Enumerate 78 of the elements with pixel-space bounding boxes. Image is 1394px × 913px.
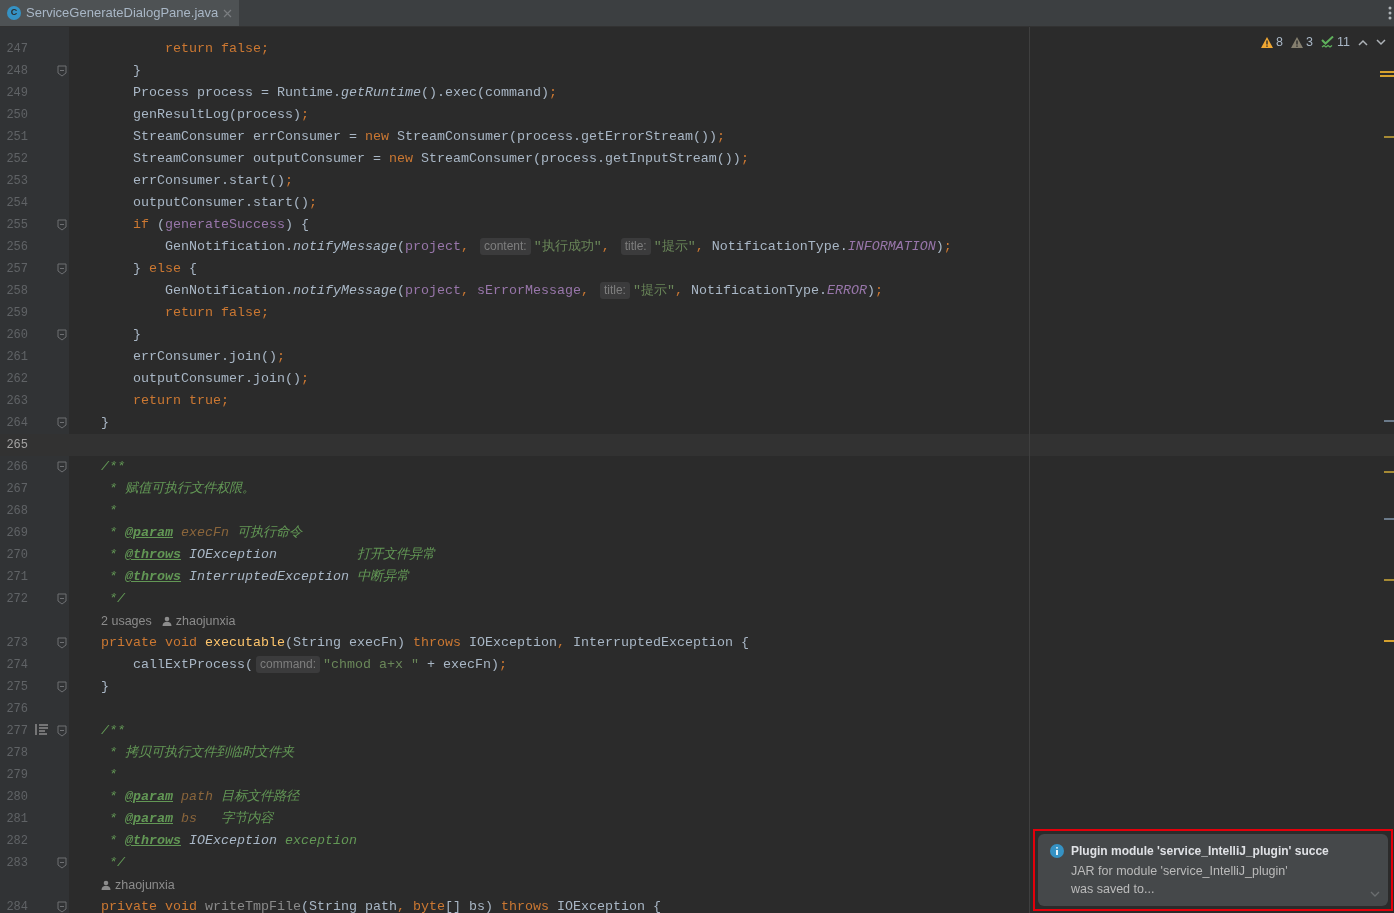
code-text: errConsumer.start(); [132, 172, 293, 190]
code-text: * @throws InterruptedException 中断异常 [108, 568, 409, 586]
info-icon [1050, 844, 1064, 858]
person-icon [161, 616, 172, 626]
code-text: StreamConsumer outputConsumer = new StreamConsumer(process.getInputStream()); [132, 150, 749, 168]
parameter-hint: command: [255, 656, 320, 674]
notification-body: JAR for module 'service_IntelliJ_plugin' was saved to... [1070, 863, 1289, 898]
warning-icon [1261, 36, 1274, 48]
fold-icon[interactable] [57, 681, 67, 693]
fold-icon[interactable] [57, 219, 67, 231]
author-hint[interactable]: zhaojunxia [115, 875, 175, 895]
fold-icon[interactable] [57, 725, 67, 737]
code-text: * 赋值可执行文件权限。 [108, 480, 255, 498]
inspection-count[interactable]: 11 [1337, 33, 1350, 52]
parameter-hint: content: [479, 238, 531, 256]
code-text: "提示", NotificationType.ERROR); [632, 282, 883, 300]
fold-icon[interactable] [57, 417, 67, 429]
code-text: private void writeTmpFile(String path, byte[] bs) throws IOException { [101, 898, 661, 913]
code-text: * @throws IOException 打开文件异常 [108, 546, 435, 564]
code-text: /** [101, 458, 125, 476]
code-text: outputConsumer.start(); [132, 194, 317, 212]
author-hint[interactable]: zhaojunxia [175, 611, 236, 631]
usages-link[interactable]: 2 usages [101, 611, 152, 631]
code-text: * 拷贝可执行文件到临时文件夹 [108, 744, 294, 762]
inspection-count[interactable]: 3 [1306, 33, 1313, 52]
close-icon[interactable] [223, 8, 233, 18]
code-text: } else { [132, 260, 197, 278]
fold-icon[interactable] [57, 65, 67, 77]
code-text: return false; [164, 40, 269, 58]
fold-icon[interactable] [57, 857, 67, 869]
code-text: * @param bs 字节内容 [108, 810, 273, 828]
parameter-hint: title: [599, 282, 630, 300]
class-icon: C [7, 6, 21, 20]
code-text: GenNotification.notifyMessage(project, sErrorMessage, [164, 282, 590, 300]
code-text: } [101, 414, 109, 432]
code-text: */ [108, 590, 125, 608]
inspection-count[interactable]: 8 [1276, 33, 1284, 52]
code-text: */ [108, 854, 125, 872]
fold-icon[interactable] [57, 329, 67, 341]
code-text: } [101, 678, 109, 696]
code-text: "chmod a+x " + execFn); [323, 656, 507, 674]
code-text: return true; [132, 392, 229, 410]
code-text: "执行成功", [533, 238, 611, 256]
code-text: errConsumer.join(); [132, 348, 285, 366]
code-text: if (generateSuccess) { [132, 216, 309, 234]
fold-icon[interactable] [57, 593, 67, 605]
code-text: StreamConsumer errConsumer = new StreamConsumer(process.getErrorStream()); [132, 128, 725, 146]
notification-title: Plugin module 'service_IntelliJ_plugin' succe [1071, 843, 1329, 860]
person-icon [101, 880, 111, 890]
code-text: "提示", NotificationType.INFORMATION); [653, 238, 952, 256]
warning-icon [1291, 36, 1304, 48]
fold-icon[interactable] [57, 263, 67, 275]
chevron-down-icon[interactable] [1376, 38, 1386, 46]
code-text: GenNotification.notifyMessage(project, [164, 238, 470, 256]
line-number: 265 [5, 437, 28, 454]
more-icon[interactable] [1388, 6, 1392, 20]
code-text: callExtProcess( [132, 656, 253, 674]
code-text: outputConsumer.join(); [132, 370, 309, 388]
fold-icon[interactable] [57, 901, 67, 913]
code-text: return false; [164, 304, 269, 322]
code-text: * @param execFn 可执行命令 [108, 524, 302, 542]
code-text: * @throws IOException exception [108, 832, 357, 850]
editor-tab[interactable]: C ServiceGenerateDialogPane.java [0, 0, 240, 26]
rendered-doc-icon[interactable] [35, 724, 48, 735]
fold-icon[interactable] [57, 461, 67, 473]
code-text: } [132, 326, 141, 344]
code-text: * [108, 502, 117, 520]
check-icon [1321, 36, 1334, 49]
fold-icon[interactable] [57, 637, 67, 649]
code-text: * @param path 目标文件路径 [108, 788, 299, 806]
code-text: } [132, 62, 141, 80]
code-text: Process process = Runtime.getRuntime().exec(command); [132, 84, 557, 102]
code-text: private void executable(String execFn) throws IOException, InterruptedException { [101, 634, 749, 652]
parameter-hint: title: [620, 238, 651, 256]
code-text: genResultLog(process); [132, 106, 309, 124]
chevron-up-icon[interactable] [1358, 38, 1368, 46]
code-text: * [108, 766, 117, 784]
code-text: /** [101, 722, 125, 740]
